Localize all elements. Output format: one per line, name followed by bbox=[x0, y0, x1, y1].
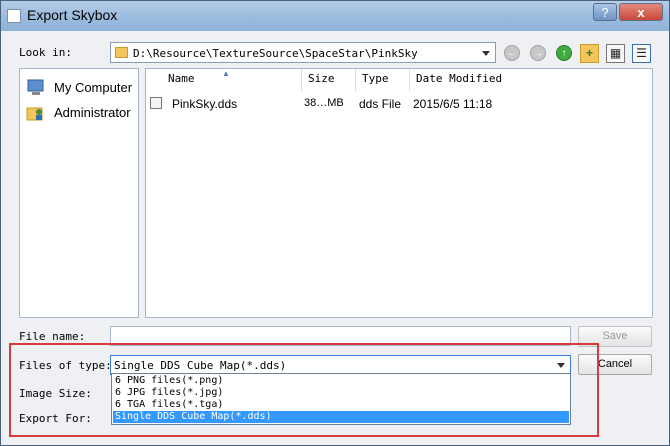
image-file-icon bbox=[150, 97, 162, 109]
file-list: Name ▲ Size Type Date Modified PinkSky.d… bbox=[145, 68, 653, 318]
column-header-size[interactable]: Size bbox=[302, 69, 356, 91]
chevron-down-icon[interactable] bbox=[482, 51, 490, 56]
computer-icon bbox=[26, 79, 46, 97]
look-in-combo[interactable]: D:\Resource\TextureSource\SpaceStar\Pink… bbox=[110, 42, 496, 63]
new-folder-icon[interactable]: + bbox=[580, 44, 599, 63]
forward-icon[interactable]: → bbox=[530, 45, 546, 61]
column-header-type[interactable]: Type bbox=[356, 69, 410, 91]
sidebar: My Computer Administrator bbox=[19, 68, 139, 318]
sidebar-item-label: Administrator bbox=[54, 105, 131, 120]
file-name-label: File name: bbox=[19, 330, 86, 343]
annotation-highlight-box bbox=[9, 343, 599, 437]
user-folder-icon bbox=[26, 104, 46, 122]
file-type-cell: dds File bbox=[359, 97, 402, 111]
file-size-cell: 38…MB bbox=[304, 97, 344, 109]
back-icon[interactable]: ← bbox=[504, 45, 520, 61]
parent-folder-icon[interactable]: ↑ bbox=[556, 45, 572, 61]
title-bar: Export Skybox ? x bbox=[1, 1, 669, 31]
look-in-label: Look in: bbox=[19, 46, 72, 59]
file-name-cell: PinkSky.dds bbox=[172, 97, 238, 111]
sort-ascending-icon: ▲ bbox=[222, 69, 230, 78]
file-date-cell: 2015/6/5 11:18 bbox=[413, 97, 493, 111]
close-button[interactable]: x bbox=[619, 3, 663, 21]
detail-view-icon[interactable]: ☰ bbox=[632, 44, 651, 63]
table-row[interactable]: PinkSky.dds 38…MB dds File 2015/6/5 11:1… bbox=[146, 95, 652, 113]
app-icon bbox=[7, 9, 21, 23]
window-title: Export Skybox bbox=[27, 7, 118, 23]
folder-icon bbox=[115, 47, 128, 58]
column-header-date-modified[interactable]: Date Modified bbox=[410, 69, 652, 91]
help-button[interactable]: ? bbox=[593, 3, 617, 21]
export-skybox-dialog: Export Skybox ? x Look in: D:\Resource\T… bbox=[0, 0, 670, 446]
look-in-path: D:\Resource\TextureSource\SpaceStar\Pink… bbox=[133, 47, 418, 60]
sidebar-item-label: My Computer bbox=[54, 80, 133, 95]
list-view-icon[interactable]: ▦ bbox=[606, 44, 625, 63]
